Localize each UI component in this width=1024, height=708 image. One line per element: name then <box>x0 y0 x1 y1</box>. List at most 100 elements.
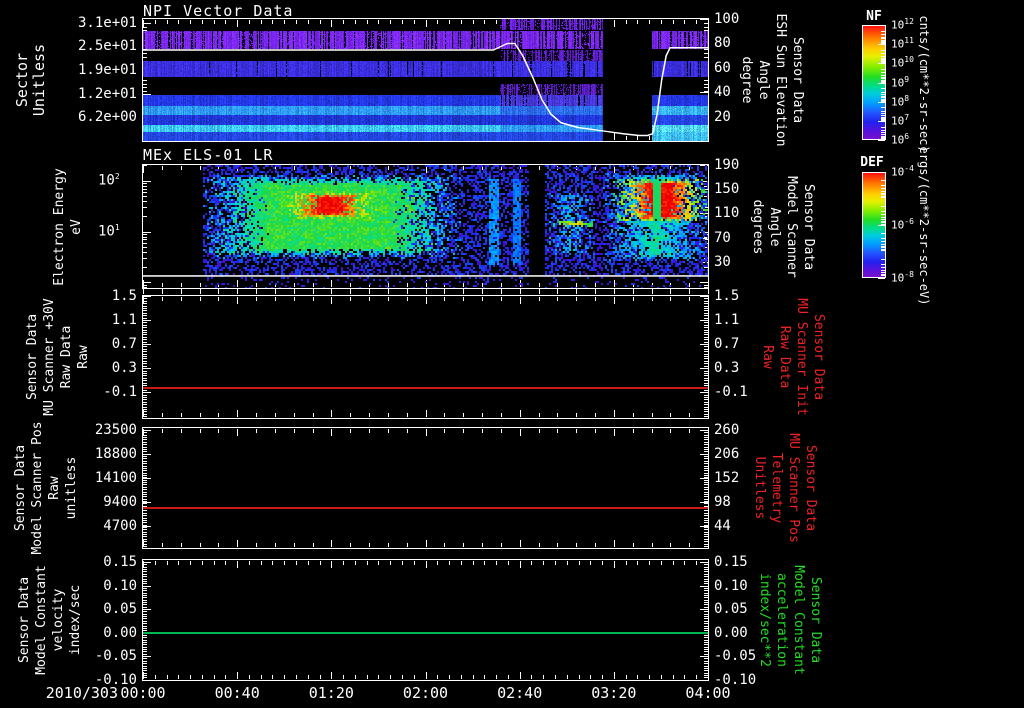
y-minor-tick <box>704 510 708 511</box>
x-minor-tick <box>520 413 521 417</box>
y-minor-tick <box>704 301 708 302</box>
x-minor-tick <box>294 543 295 547</box>
y-minor-tick <box>704 593 708 594</box>
x-minor-tick <box>331 429 332 433</box>
y-minor-tick <box>143 363 147 364</box>
y-minor-tick <box>704 375 708 376</box>
y-minor-tick <box>143 602 147 603</box>
colorbar-tick-label: 10-4 <box>891 164 914 179</box>
x-minor-tick <box>539 543 540 547</box>
x-minor-tick <box>614 297 615 301</box>
x-outer-tick <box>501 289 502 294</box>
y-minor-tick <box>143 432 147 433</box>
y-minor-tick <box>143 378 147 379</box>
x-tick-label: 00:40 <box>214 684 260 702</box>
tplot-page: NPI Vector Data MEx ELS-01 LR 2010/303 N… <box>0 0 1024 708</box>
x-minor-tick <box>501 297 502 301</box>
y-minor-tick <box>143 618 147 619</box>
y-minor-tick <box>143 588 147 589</box>
exp-base: 10 <box>98 172 115 189</box>
y-minor-tick <box>143 536 147 537</box>
y-minor-tick <box>704 373 708 374</box>
x-minor-tick <box>539 429 540 433</box>
y-minor-tick <box>704 298 708 299</box>
y-major-tick <box>143 368 151 369</box>
y-minor-tick <box>704 414 708 415</box>
colorbar-minor-tick <box>881 50 885 51</box>
y-major-tick <box>143 680 151 681</box>
x-minor-tick <box>689 413 690 417</box>
colorbar-minor-tick <box>881 270 885 271</box>
y-minor-tick <box>143 358 147 359</box>
y-minor-tick <box>143 569 147 570</box>
y-minor-tick <box>704 541 708 542</box>
y-minor-tick <box>704 616 708 617</box>
x-outer-tick <box>369 289 370 294</box>
y-minor-tick <box>143 306 147 307</box>
x-minor-tick <box>200 543 201 547</box>
y-minor-tick <box>143 380 147 381</box>
axis-label-line: Telemetry <box>769 452 784 524</box>
x-minor-tick <box>388 429 389 433</box>
x-minor-tick <box>155 561 156 565</box>
y-axis-label-lines: Sector Unitless <box>13 44 48 116</box>
x-minor-tick <box>320 561 321 565</box>
y-minor-tick <box>143 451 147 452</box>
x-tick-label: 02:00 <box>402 684 449 702</box>
y-minor-tick <box>143 325 147 326</box>
right-axis-label-lines: Sensor Data MU Scanner Init Raw Data Raw <box>759 298 827 415</box>
exp-value: 10 <box>904 55 914 65</box>
y-minor-tick <box>704 313 708 314</box>
x-minor-tick <box>190 675 191 679</box>
colorbar-minor-tick <box>881 214 885 215</box>
y-minor-tick <box>704 534 708 535</box>
y-minor-tick <box>143 383 147 384</box>
y-minor-tick <box>143 670 147 671</box>
x-minor-tick <box>508 561 509 565</box>
y-minor-tick <box>143 522 147 523</box>
x-minor-tick <box>501 413 502 417</box>
x-minor-tick <box>520 297 521 301</box>
y-minor-tick <box>704 532 708 533</box>
y-minor-tick <box>704 518 708 519</box>
x-minor-tick <box>313 413 314 417</box>
y-major-tick <box>700 478 708 479</box>
x-minor-tick <box>167 561 168 565</box>
y-minor-tick <box>704 654 708 655</box>
y-minor-tick <box>704 371 708 372</box>
y-minor-tick <box>143 593 147 594</box>
axis-label-line: Sensor Data <box>811 313 826 401</box>
y-minor-tick <box>143 654 147 655</box>
x-tick-label: 00:00 <box>120 684 166 702</box>
y-minor-tick <box>143 463 147 464</box>
y-minor-tick <box>704 411 708 412</box>
x-minor-tick <box>579 561 580 565</box>
colorbar-nf-name: NF <box>866 9 882 24</box>
x-minor-tick <box>595 429 596 433</box>
right-axis-label-lines: Sensor Data Model Constant acceleration ind… <box>756 565 824 675</box>
y-minor-tick <box>143 366 147 367</box>
y-minor-tick <box>143 494 147 495</box>
x-minor-tick <box>689 297 690 301</box>
exp-base: 10 <box>891 76 905 90</box>
y-minor-tick <box>704 346 708 347</box>
x-minor-tick <box>367 561 368 565</box>
y-minor-tick <box>143 411 147 412</box>
x-minor-tick <box>343 675 344 679</box>
x-minor-tick <box>482 297 483 301</box>
y-minor-tick <box>704 569 708 570</box>
y-minor-tick <box>143 616 147 617</box>
y-major-tick <box>143 562 151 563</box>
x-minor-tick <box>501 543 502 547</box>
x-minor-tick <box>426 413 427 417</box>
colorbar-minor-tick <box>881 130 885 131</box>
x-minor-tick <box>313 297 314 301</box>
axis-label-line: Model Scanner <box>784 175 799 278</box>
y-minor-tick <box>143 628 147 629</box>
x-minor-tick <box>200 297 201 301</box>
y-minor-tick <box>704 361 708 362</box>
panel-els-title: MEx ELS-01 LR <box>143 146 274 164</box>
y-minor-tick <box>143 583 147 584</box>
y-minor-tick <box>704 489 708 490</box>
x-minor-tick <box>576 543 577 547</box>
